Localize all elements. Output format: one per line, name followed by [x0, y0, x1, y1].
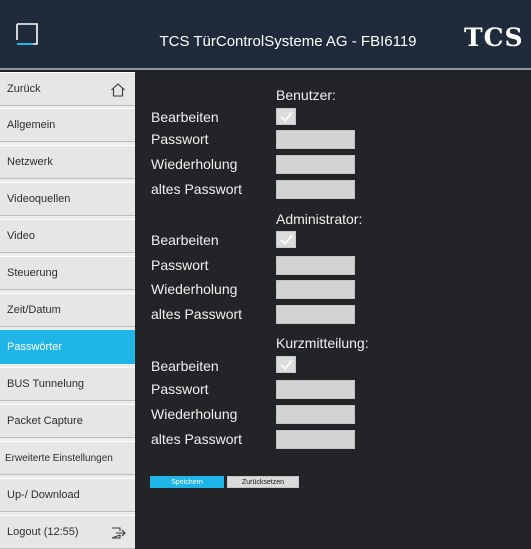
- repeat-input-kurzmitteilung[interactable]: [276, 405, 355, 424]
- edit-label: Bearbeiten: [151, 232, 219, 248]
- repeat-input-benutzer[interactable]: [276, 155, 355, 174]
- password-input-benutzer[interactable]: [276, 130, 355, 149]
- sidebar-item-video[interactable]: Video: [0, 219, 135, 253]
- sidebar-item-label: Erweiterte Einstellungen: [5, 452, 113, 464]
- sidebar-item-allgemein[interactable]: Allgemein: [0, 108, 135, 142]
- password-input-kurzmitteilung[interactable]: [276, 380, 355, 399]
- edit-checkbox-administrator[interactable]: [276, 231, 296, 248]
- old-password-label: altes Passwort: [151, 306, 243, 322]
- checkmark-icon: [280, 359, 293, 370]
- sidebar-item-packet-capture[interactable]: Packet Capture: [0, 404, 135, 438]
- sidebar-item-label: Videoquellen: [7, 193, 71, 205]
- repeat-label: Wiederholung: [151, 156, 238, 172]
- sidebar-item-zurueck[interactable]: Zurück: [0, 72, 135, 106]
- sidebar-item-label: Allgemein: [7, 119, 56, 131]
- frame-icon: [16, 23, 38, 45]
- sidebar-nav: Zurück Allgemein Netzwerk Videoquellen V…: [0, 72, 135, 549]
- repeat-label: Wiederholung: [151, 406, 238, 422]
- old-password-label: altes Passwort: [151, 181, 243, 197]
- sidebar-item-label: Video: [7, 230, 35, 242]
- sidebar-item-zeit-datum[interactable]: Zeit/Datum: [0, 293, 135, 327]
- logout-icon: [111, 527, 126, 539]
- checkmark-icon: [280, 111, 293, 122]
- sidebar-item-videoquellen[interactable]: Videoquellen: [0, 182, 135, 216]
- repeat-input-administrator[interactable]: [276, 280, 355, 299]
- edit-label: Bearbeiten: [151, 358, 219, 374]
- sidebar-item-label: Zeit/Datum: [7, 304, 61, 316]
- section-title-benutzer: Benutzer:: [276, 87, 336, 103]
- sidebar-item-bus-tunnelung[interactable]: BUS Tunnelung: [0, 367, 135, 401]
- page-title: TCS TürControlSysteme AG - FBI6119: [159, 33, 417, 50]
- password-label: Passwort: [151, 381, 209, 397]
- sidebar-item-label: Passwörter: [7, 341, 63, 353]
- sidebar-item-label: Netzwerk: [7, 156, 53, 168]
- old-password-input-kurzmitteilung[interactable]: [276, 430, 355, 449]
- sidebar-item-netzwerk[interactable]: Netzwerk: [0, 145, 135, 179]
- old-password-label: altes Passwort: [151, 431, 243, 447]
- edit-checkbox-benutzer[interactable]: [276, 108, 296, 125]
- edit-label: Bearbeiten: [151, 109, 219, 125]
- password-label: Passwort: [151, 131, 209, 147]
- sidebar-item-erweiterte-einstellungen[interactable]: Erweiterte Einstellungen: [0, 441, 135, 475]
- sidebar-item-label: Zurück: [7, 83, 41, 95]
- reset-button[interactable]: Zurücksetzen: [227, 476, 299, 488]
- password-label: Passwort: [151, 257, 209, 273]
- old-password-input-administrator[interactable]: [276, 305, 355, 324]
- sidebar-item-label: Up-/ Download: [7, 489, 80, 501]
- sidebar-item-label: BUS Tunnelung: [7, 378, 85, 390]
- sidebar-item-passwoerter[interactable]: Passwörter: [0, 330, 135, 364]
- tcs-logo: TCS: [464, 23, 524, 52]
- sidebar-item-label: Logout (12:55): [7, 526, 79, 538]
- home-icon: [111, 83, 125, 97]
- edit-checkbox-kurzmitteilung[interactable]: [276, 356, 296, 373]
- section-title-administrator: Administrator:: [276, 211, 363, 227]
- old-password-input-benutzer[interactable]: [276, 180, 355, 199]
- save-button[interactable]: Speichern: [150, 476, 224, 488]
- checkmark-icon: [280, 234, 293, 245]
- repeat-label: Wiederholung: [151, 281, 238, 297]
- sidebar-item-logout[interactable]: Logout (12:55): [0, 515, 135, 549]
- sidebar-item-label: Steuerung: [7, 267, 58, 279]
- sidebar-item-up-download[interactable]: Up-/ Download: [0, 478, 135, 512]
- sidebar-item-label: Packet Capture: [7, 415, 83, 427]
- password-input-administrator[interactable]: [276, 256, 355, 275]
- app-header: TCS TürControlSysteme AG - FBI6119 TCS: [0, 0, 531, 70]
- sidebar-item-steuerung[interactable]: Steuerung: [0, 256, 135, 290]
- password-settings-panel: Benutzer: Bearbeiten Passwort Wiederholu…: [135, 72, 531, 549]
- section-title-kurzmitteilung: Kurzmitteilung:: [276, 335, 369, 351]
